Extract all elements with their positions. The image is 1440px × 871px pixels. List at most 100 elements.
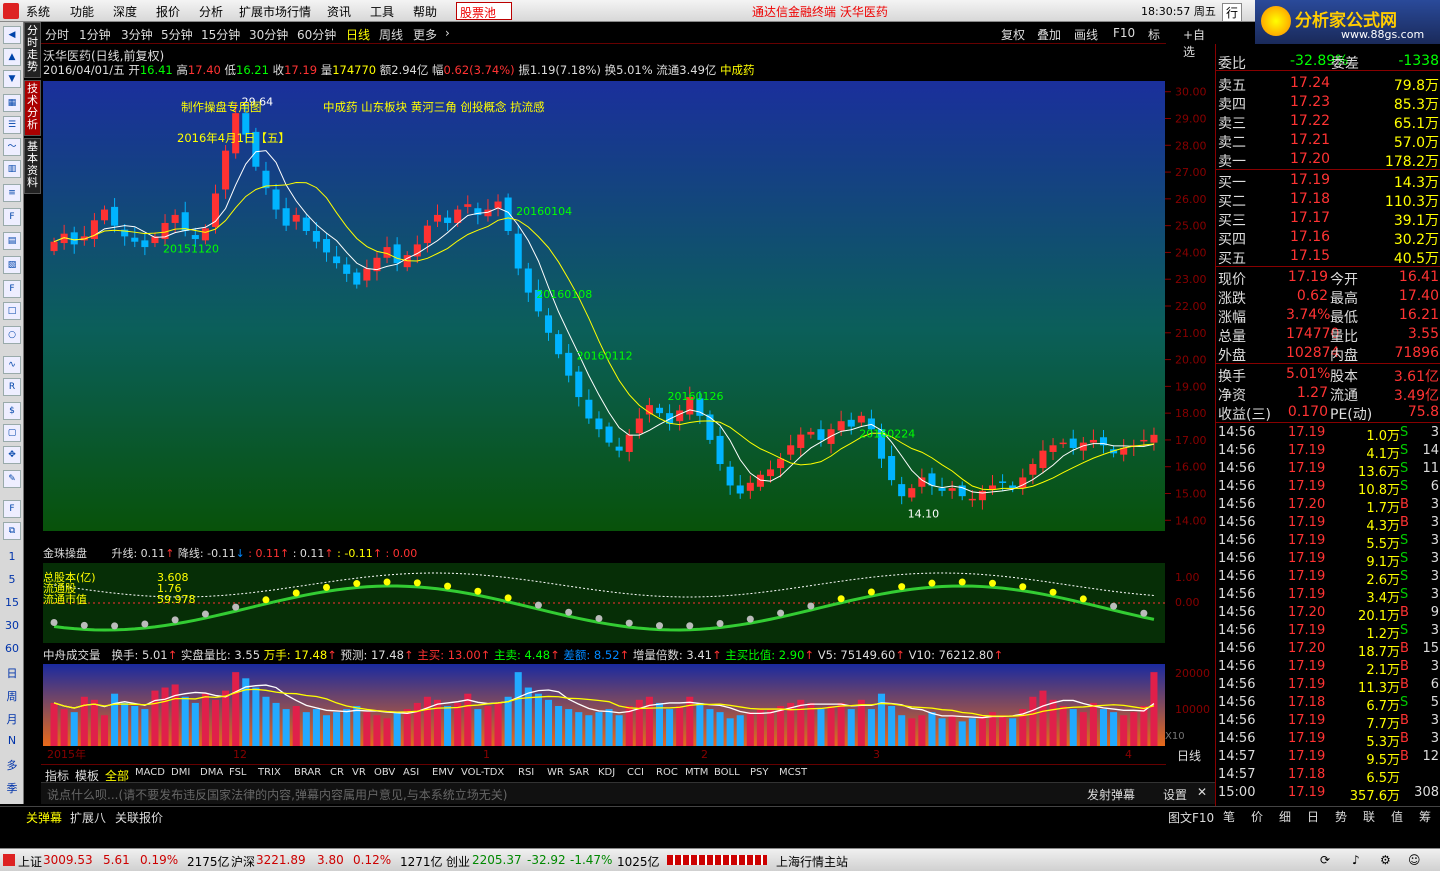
list-icon[interactable]: ≡: [3, 184, 21, 202]
add-favorite-button[interactable]: +自选: [1183, 26, 1205, 60]
tab-intraday[interactable]: 分时走势: [24, 22, 41, 78]
news-icon[interactable]: ▤: [3, 232, 21, 250]
menu-extended-market[interactable]: 扩展市场行情: [239, 3, 311, 20]
indicator-tab[interactable]: OBV: [374, 767, 395, 778]
indicator-tab[interactable]: SAR: [569, 767, 589, 778]
period-30min[interactable]: 30: [2, 619, 22, 632]
down-arrow-icon[interactable]: ▼: [3, 70, 21, 88]
danmu-settings-button[interactable]: 设置: [1163, 786, 1187, 803]
indicator-tab[interactable]: DMA: [200, 767, 223, 778]
f10-button[interactable]: F10: [1113, 26, 1135, 40]
adjust-button[interactable]: 复权: [1001, 26, 1025, 43]
period-intraday[interactable]: 分时: [45, 26, 69, 43]
period-more-tab[interactable]: 更多: [413, 26, 437, 43]
quote-tab[interactable]: 筹: [1419, 808, 1431, 825]
indicator-tab[interactable]: EMV: [432, 767, 454, 778]
quote-tab[interactable]: 联: [1363, 808, 1375, 825]
indicator-tab[interactable]: DMI: [171, 767, 190, 778]
period-month[interactable]: 月: [2, 711, 22, 727]
indicator-tab[interactable]: VR: [352, 767, 366, 778]
menu-news[interactable]: 资讯: [327, 3, 351, 20]
indicator-tab[interactable]: VOL-TDX: [461, 767, 504, 778]
quote-tab[interactable]: 日: [1307, 808, 1319, 825]
indicator-tab[interactable]: ROC: [656, 767, 678, 778]
tab-fundamental[interactable]: 基本资料: [24, 138, 41, 194]
indicator-tab[interactable]: MCST: [779, 767, 807, 778]
period-30min-tab[interactable]: 30分钟: [249, 26, 288, 43]
quote-tab[interactable]: 笔: [1223, 808, 1235, 825]
indicator-tab[interactable]: MTM: [685, 767, 708, 778]
period-15min[interactable]: 15: [2, 596, 22, 609]
doc-icon[interactable]: ▢: [3, 424, 21, 442]
menu-system[interactable]: 系统: [26, 3, 50, 20]
pencil-icon[interactable]: ✎: [3, 470, 21, 488]
indicator-tab[interactable]: ASI: [403, 767, 419, 778]
indicator-tab[interactable]: WR: [547, 767, 564, 778]
menu-analysis[interactable]: 分析: [199, 3, 223, 20]
indicator-tab[interactable]: KDJ: [598, 767, 615, 778]
cy-label[interactable]: 创业: [446, 853, 470, 870]
indicator-tab[interactable]: PSY: [750, 767, 769, 778]
sz-label[interactable]: 沪深: [231, 853, 255, 870]
stock-pool-button[interactable]: 股票池: [456, 2, 512, 20]
period-season[interactable]: 季: [2, 780, 22, 796]
settings-icon[interactable]: ⚙: [1380, 853, 1391, 867]
back-arrow-icon[interactable]: ◀: [3, 26, 21, 44]
report-icon[interactable]: ▧: [3, 256, 21, 274]
indicator-tab[interactable]: BRAR: [294, 767, 321, 778]
fs-icon[interactable]: F: [3, 500, 21, 518]
indicator-tab[interactable]: TRIX: [258, 767, 281, 778]
indicator-tab[interactable]: CR: [330, 767, 344, 778]
period-5min[interactable]: 5: [2, 573, 22, 586]
danmu-input[interactable]: 说点什么呗...(请不要发布违反国家法律的内容,弹幕内容属用户意见,与本系统立场…: [47, 786, 507, 803]
circle-icon[interactable]: ○: [3, 326, 21, 344]
f10-icon[interactable]: F: [3, 208, 21, 226]
indicator-tab[interactable]: MACD: [135, 767, 165, 778]
indicator-tab[interactable]: FSL: [229, 767, 247, 778]
quote-tab[interactable]: 势: [1335, 808, 1347, 825]
menu-tools[interactable]: 工具: [370, 3, 394, 20]
period-1min-tab[interactable]: 1分钟: [79, 26, 111, 43]
menu-help[interactable]: 帮助: [413, 3, 437, 20]
indicator-tab[interactable]: BOLL: [714, 767, 740, 778]
period-daily-tab[interactable]: 日线: [346, 26, 370, 43]
period-60min[interactable]: 60: [2, 642, 22, 655]
copy-icon[interactable]: ⧉: [3, 522, 21, 540]
quote-tab[interactable]: 细: [1279, 808, 1291, 825]
extended-eight-button[interactable]: 扩展八: [70, 809, 106, 826]
fiz-icon[interactable]: F: [3, 280, 21, 298]
f10-text-button[interactable]: 图文F10: [1168, 809, 1214, 826]
period-multi[interactable]: 多: [2, 757, 22, 773]
user-icon[interactable]: ☺: [1408, 853, 1421, 867]
period-n[interactable]: N: [2, 734, 22, 747]
related-quote-button[interactable]: 关联报价: [115, 809, 163, 826]
close-danmu-button[interactable]: 关弹幕: [26, 809, 62, 826]
chevron-right-icon[interactable]: ›: [445, 26, 450, 40]
tab-technical[interactable]: 技术分析: [24, 80, 41, 136]
sh-label[interactable]: 上证: [18, 853, 42, 870]
menu-quote[interactable]: 报价: [156, 3, 180, 20]
send-danmu-button[interactable]: 发射弹幕: [1087, 786, 1135, 803]
ad-banner[interactable]: 分析家公式网 www.88gs.com: [1255, 0, 1440, 44]
period-day[interactable]: 日: [2, 665, 22, 681]
trade-button[interactable]: 行: [1222, 3, 1243, 22]
up-arrow-icon[interactable]: ▲: [3, 48, 21, 66]
quote-tab[interactable]: 价: [1251, 808, 1263, 825]
box-icon[interactable]: □: [3, 302, 21, 320]
line-chart-icon[interactable]: 〜: [3, 138, 21, 156]
rsi-icon[interactable]: R: [3, 378, 21, 396]
chart-area[interactable]: 沃华医药(日线,前复权) 2016/04/01/五 开16.41 高17.40 …: [41, 44, 1210, 784]
period-weekly-tab[interactable]: 周线: [379, 26, 403, 43]
indicator-tab[interactable]: RSI: [518, 767, 534, 778]
period-5min-tab[interactable]: 5分钟: [161, 26, 193, 43]
overlay-button[interactable]: 叠加: [1037, 26, 1061, 43]
indicator-tab[interactable]: CCI: [627, 767, 644, 778]
period-week[interactable]: 周: [2, 688, 22, 704]
table-icon[interactable]: ☰: [3, 116, 21, 134]
close-icon[interactable]: ✕: [1197, 785, 1207, 799]
dollar-icon[interactable]: $: [3, 402, 21, 420]
period-3min-tab[interactable]: 3分钟: [121, 26, 153, 43]
quote-tab[interactable]: 值: [1391, 808, 1403, 825]
refresh-icon[interactable]: ⟳: [1320, 853, 1330, 867]
bell-icon[interactable]: ♪: [1352, 853, 1360, 867]
